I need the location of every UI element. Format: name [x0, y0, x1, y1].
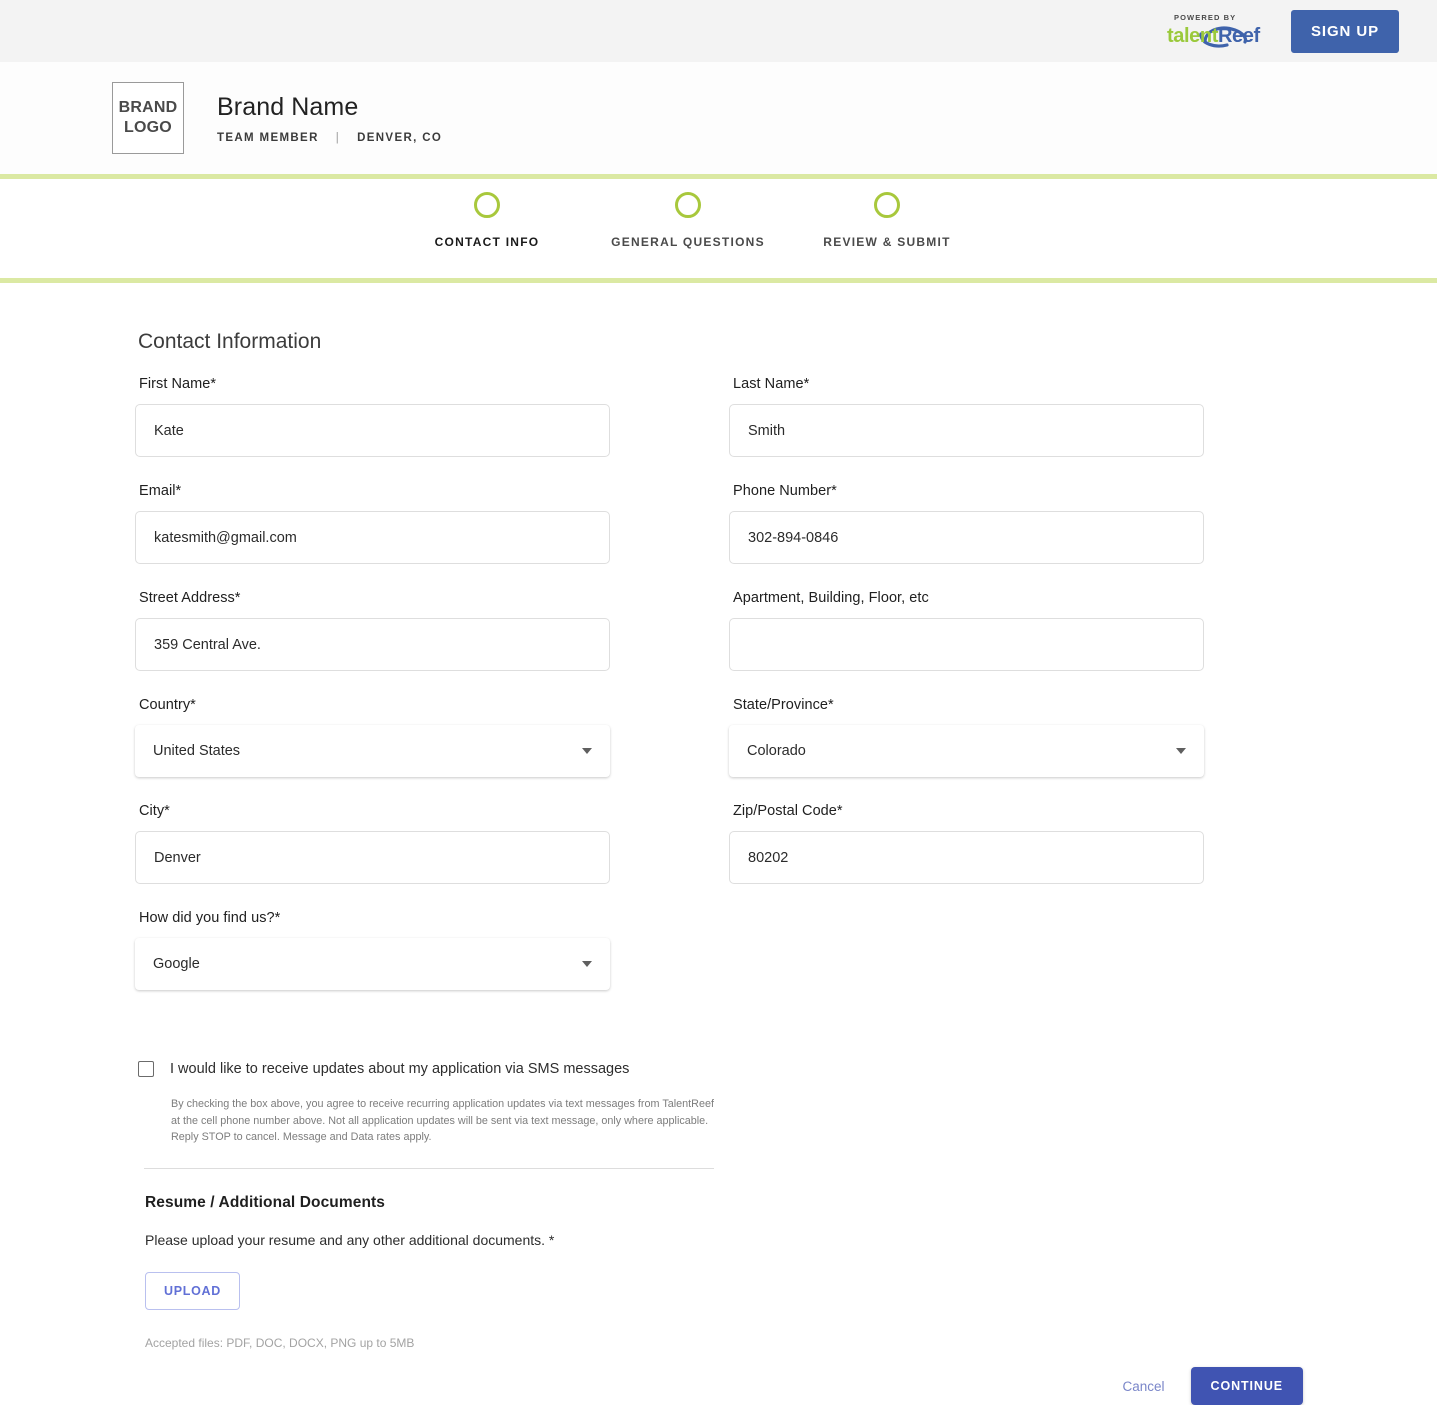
subtitle-separator: |: [336, 132, 340, 144]
sign-up-button[interactable]: SIGN UP: [1291, 10, 1399, 53]
country-select-value: United States: [153, 743, 240, 759]
job-role-label: TEAM MEMBER: [217, 132, 319, 144]
step-label: GENERAL QUESTIONS: [611, 235, 765, 249]
field-email: Email*: [135, 483, 610, 564]
brand-logo-line-1: BRAND: [119, 98, 178, 118]
contact-info-page: Contact Information First Name* Last Nam…: [0, 283, 1437, 1405]
resume-section-title: Resume / Additional Documents: [145, 1194, 1437, 1212]
field-first-name: First Name*: [135, 376, 610, 457]
step-label: REVIEW & SUBMIT: [823, 235, 950, 249]
brand-logo-placeholder: BRAND LOGO: [112, 82, 184, 154]
find-us-select-value: Google: [153, 956, 200, 972]
resume-description: Please upload your resume and any other …: [145, 1232, 1437, 1248]
phone-input[interactable]: [729, 511, 1204, 564]
upload-button[interactable]: UPLOAD: [145, 1272, 240, 1310]
page-title: Brand Name: [217, 93, 442, 122]
field-phone: Phone Number*: [729, 483, 1204, 564]
step-circle-icon: [675, 192, 701, 218]
cancel-button[interactable]: Cancel: [1122, 1379, 1164, 1394]
field-last-name: Last Name*: [729, 376, 1204, 457]
talentreef-text-talent: talent: [1167, 25, 1218, 47]
country-label: Country*: [135, 697, 610, 713]
state-select-value: Colorado: [747, 743, 806, 759]
step-general-questions[interactable]: GENERAL QUESTIONS: [583, 192, 793, 249]
field-state: State/Province* Colorado: [729, 697, 1204, 777]
email-label: Email*: [135, 483, 610, 499]
sms-consent-fine-print: By checking the box above, you agree to …: [171, 1096, 716, 1146]
field-how-did-you-find-us: How did you find us?* Google: [135, 910, 610, 990]
phone-label: Phone Number*: [729, 483, 1204, 499]
job-location-label: DENVER, CO: [357, 132, 442, 144]
step-label: CONTACT INFO: [435, 235, 540, 249]
field-city: City*: [135, 803, 610, 884]
sms-consent-label: I would like to receive updates about my…: [170, 1061, 629, 1077]
talentreef-text-reef: Reef: [1218, 25, 1260, 47]
sms-consent-row: I would like to receive updates about my…: [138, 1061, 718, 1077]
field-apartment: Apartment, Building, Floor, etc: [729, 590, 1204, 671]
section-title: Contact Information: [138, 330, 1437, 354]
resume-section: Resume / Additional Documents Please upl…: [145, 1194, 1437, 1350]
find-us-select[interactable]: Google: [135, 938, 610, 990]
step-contact-info[interactable]: CONTACT INFO: [382, 192, 592, 249]
city-input[interactable]: [135, 831, 610, 884]
apartment-input[interactable]: [729, 618, 1204, 671]
field-street-address: Street Address*: [135, 590, 610, 671]
field-country: Country* United States: [135, 697, 610, 777]
field-zip: Zip/Postal Code*: [729, 803, 1204, 884]
step-review-submit[interactable]: REVIEW & SUBMIT: [782, 192, 992, 249]
step-circle-icon: [474, 192, 500, 218]
chevron-down-icon: [582, 748, 592, 754]
state-select[interactable]: Colorado: [729, 725, 1204, 777]
first-name-input[interactable]: [135, 404, 610, 457]
city-label: City*: [135, 803, 610, 819]
section-divider: [144, 1168, 714, 1169]
continue-button[interactable]: CONTINUE: [1191, 1367, 1303, 1405]
top-utility-bar: POWERED BY talentReef SIGN UP: [0, 0, 1437, 62]
last-name-label: Last Name*: [729, 376, 1204, 392]
street-address-label: Street Address*: [135, 590, 610, 606]
form-actions: Cancel CONTINUE: [0, 1367, 1437, 1405]
first-name-label: First Name*: [135, 376, 610, 392]
talentreef-text: talentReef: [1167, 26, 1260, 46]
accepted-files-note: Accepted files: PDF, DOC, DOCX, PNG up t…: [145, 1336, 1437, 1350]
step-circle-icon: [874, 192, 900, 218]
state-label: State/Province*: [729, 697, 1204, 713]
last-name-input[interactable]: [729, 404, 1204, 457]
brand-text-block: Brand Name TEAM MEMBER | DENVER, CO: [217, 93, 442, 144]
brand-header: BRAND LOGO Brand Name TEAM MEMBER | DENV…: [0, 62, 1437, 174]
sms-consent-block: I would like to receive updates about my…: [138, 1061, 718, 1146]
zip-input[interactable]: [729, 831, 1204, 884]
chevron-down-icon: [1176, 748, 1186, 754]
country-select[interactable]: United States: [135, 725, 610, 777]
brand-subtitle: TEAM MEMBER | DENVER, CO: [217, 132, 442, 144]
talentreef-wordmark: talentReef: [1165, 22, 1257, 50]
find-us-label: How did you find us?*: [135, 910, 610, 926]
contact-form: First Name* Last Name* Email* Phone Numb…: [135, 376, 1205, 1016]
street-address-input[interactable]: [135, 618, 610, 671]
brand-logo-line-2: LOGO: [124, 118, 172, 138]
sms-consent-checkbox[interactable]: [138, 1061, 154, 1077]
email-input[interactable]: [135, 511, 610, 564]
powered-by-label: POWERED BY: [1174, 14, 1236, 22]
application-stepper: CONTACT INFO GENERAL QUESTIONS REVIEW & …: [0, 179, 1437, 278]
chevron-down-icon: [582, 961, 592, 967]
apartment-label: Apartment, Building, Floor, etc: [729, 590, 1204, 606]
talentreef-logo: POWERED BY talentReef: [1165, 14, 1257, 51]
zip-label: Zip/Postal Code*: [729, 803, 1204, 819]
